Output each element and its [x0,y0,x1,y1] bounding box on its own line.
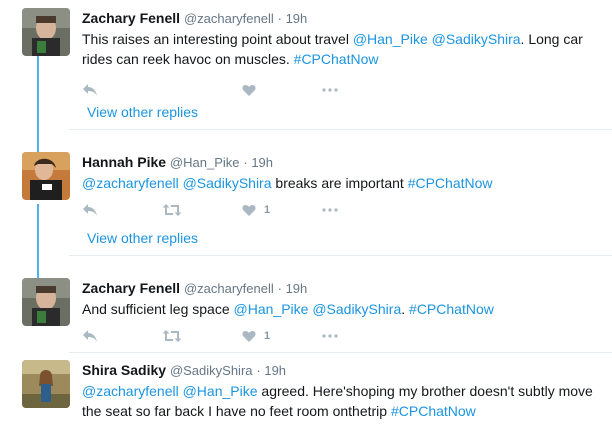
heart-icon [242,330,256,342]
more-icon [322,334,338,338]
avatar[interactable] [22,152,70,200]
more-button[interactable] [322,80,338,100]
timestamp[interactable]: · 19h [243,155,273,170]
mention-link[interactable]: @Han_Pike [183,383,258,399]
retweet-icon [162,204,182,216]
timestamp[interactable]: · 19h [278,281,308,296]
like-count: 1 [264,330,271,342]
divider [69,129,612,130]
divider [69,255,612,256]
thread-connector-line [37,52,39,156]
retweet-icon [162,330,182,342]
mention-link[interactable]: @zacharyfenell [82,383,179,399]
like-button[interactable] [242,80,256,100]
hashtag-link[interactable]: #CPChatNow [409,301,494,317]
reply-icon [83,330,97,342]
display-name[interactable]: Zachary Fenell [82,280,180,296]
tweet-text: @zacharyfenell @SadikyShira breaks are i… [82,173,607,193]
timestamp[interactable]: · 19h [278,11,308,26]
tweet-text: And sufficient leg space @Han_Pike @Sadi… [82,299,607,319]
display-name[interactable]: Shira Sadiky [82,362,166,378]
reply-button[interactable] [82,326,98,346]
tweet-text-segment: breaks are important [271,175,408,191]
user-handle[interactable]: @zacharyfenell [184,11,274,26]
tweet-header: Hannah Pike @Han_Pike · 19h [82,152,273,172]
tweet-text-segment: . [401,301,410,317]
tweet-header: Zachary Fenell @zacharyfenell · 19h [82,8,307,28]
retweet-button[interactable] [162,200,182,220]
like-button[interactable]: 1 [242,200,270,220]
mention-link[interactable]: @Han_Pike [234,301,309,317]
heart-icon [242,84,256,96]
hashtag-link[interactable]: #CPChatNow [408,175,493,191]
heart-icon [242,204,256,216]
user-handle[interactable]: @Han_Pike [170,155,240,170]
tweet-text-segment: This raises an interesting point about t… [82,31,353,47]
user-handle[interactable]: @SadikyShira [170,363,253,378]
reply-button[interactable] [82,80,98,100]
like-button[interactable]: 1 [242,326,270,346]
mention-link[interactable]: @SadikyShira [432,31,521,47]
mention-link[interactable]: @SadikyShira [183,175,272,191]
more-button[interactable] [322,326,338,346]
mention-link[interactable]: @zacharyfenell [82,175,179,191]
avatar[interactable] [22,278,70,326]
view-other-replies-link[interactable]: View other replies [87,102,198,122]
divider [69,352,612,353]
reply-icon [83,84,97,96]
hashtag-link[interactable]: #CPChatNow [294,51,379,67]
mention-link[interactable]: @Han_Pike [353,31,428,47]
timestamp[interactable]: · 19h [256,363,286,378]
avatar[interactable] [22,360,70,408]
tweet-header: Shira Sadiky @SadikyShira · 19h [82,360,286,380]
tweet-text: This raises an interesting point about t… [82,29,607,69]
tweet-text-segment: And sufficient leg space [82,301,234,317]
retweet-button[interactable] [162,326,182,346]
reply-icon [83,204,97,216]
mention-link[interactable]: @SadikyShira [312,301,401,317]
reply-button[interactable] [82,200,98,220]
thread-connector-line [37,204,39,282]
view-other-replies-link[interactable]: View other replies [87,228,198,248]
like-count: 1 [264,204,271,216]
hashtag-link[interactable]: #CPChatNow [391,403,476,419]
tweet-header: Zachary Fenell @zacharyfenell · 19h [82,278,307,298]
avatar[interactable] [22,8,70,56]
more-icon [322,88,338,92]
user-handle[interactable]: @zacharyfenell [184,281,274,296]
display-name[interactable]: Hannah Pike [82,154,166,170]
tweet-text: @zacharyfenell @Han_Pike agreed. Here'sh… [82,381,607,421]
more-icon [322,208,338,212]
more-button[interactable] [322,200,338,220]
display-name[interactable]: Zachary Fenell [82,10,180,26]
